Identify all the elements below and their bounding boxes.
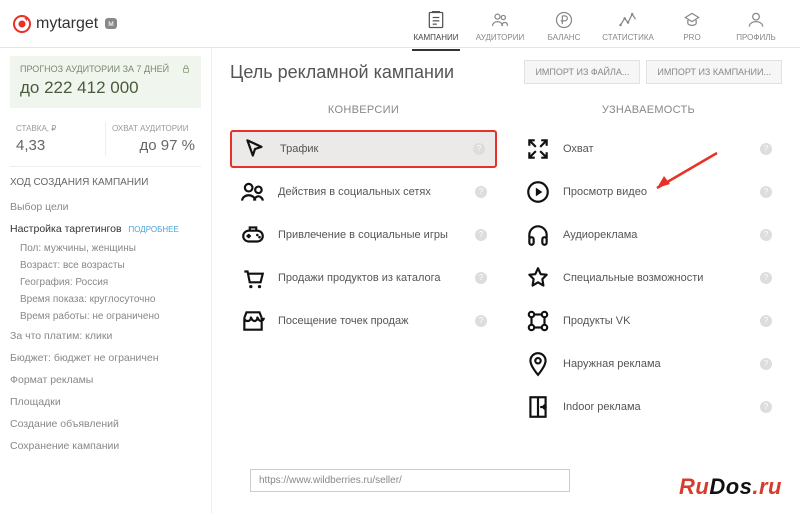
annotation-arrow <box>642 148 722 198</box>
door-icon <box>525 394 551 420</box>
reach-stat: ОХВАТ АУДИТОРИИ до 97 % <box>105 122 201 156</box>
step-targeting[interactable]: Настройка таргетингов ПОДРОБНЕЕ <box>10 218 201 240</box>
gamepad-icon <box>240 222 266 248</box>
nav-campaigns[interactable]: КАМПАНИИ <box>404 6 468 42</box>
goal-store-visits[interactable]: Посещение точек продаж ? <box>230 302 497 340</box>
awareness-heading: УЗНАВАЕМОСТЬ <box>515 94 782 130</box>
url-input[interactable] <box>250 469 570 492</box>
forecast-value: до 222 412 000 <box>20 78 191 98</box>
help-icon[interactable]: ? <box>760 186 772 198</box>
import-file-button[interactable]: ИМПОРТ ИЗ ФАЙЛА... <box>524 60 640 84</box>
brand-logo[interactable]: mytarget м <box>12 14 117 34</box>
target-icon <box>12 14 32 34</box>
nav-balance[interactable]: БАЛАНС <box>532 6 596 42</box>
grid-icon <box>525 308 551 334</box>
goal-social-games[interactable]: Привлечение в социальные игры ? <box>230 216 497 254</box>
top-header: mytarget м КАМПАНИИ АУДИТОРИИ БАЛАНС СТА… <box>0 0 800 48</box>
nav-pro[interactable]: PRO <box>660 6 724 42</box>
nav-profile[interactable]: ПРОФИЛЬ <box>724 6 788 42</box>
watermark: RuDos.ru <box>679 474 782 500</box>
play-circle-icon <box>525 179 551 205</box>
goal-catalog-sales[interactable]: Продажи продуктов из каталога ? <box>230 259 497 297</box>
star-icon <box>525 265 551 291</box>
stats-row: СТАВКА, ₽ 4,33 ОХВАТ АУДИТОРИИ до 97 % <box>10 116 201 167</box>
main-panel: Цель рекламной кампании ИМПОРТ ИЗ ФАЙЛА.… <box>212 48 800 514</box>
top-nav: КАМПАНИИ АУДИТОРИИ БАЛАНС СТАТИСТИКА PRO… <box>404 6 788 42</box>
help-icon[interactable]: ? <box>760 315 772 327</box>
help-icon[interactable]: ? <box>760 358 772 370</box>
sub-gender[interactable]: Пол: мужчины, женщины <box>20 240 201 257</box>
sidebar: ПРОГНОЗ АУДИТОРИИ ЗА 7 ДНЕЙ до 222 412 0… <box>0 48 212 514</box>
social-icon <box>240 179 266 205</box>
forecast-box: ПРОГНОЗ АУДИТОРИИ ЗА 7 ДНЕЙ до 222 412 0… <box>10 56 201 108</box>
sidebar-heading: ХОД СОЗДАНИЯ КАМПАНИИ <box>10 177 201 188</box>
help-icon[interactable]: ? <box>760 143 772 155</box>
goal-audio[interactable]: Аудиореклама ? <box>515 216 782 254</box>
help-icon[interactable]: ? <box>760 272 772 284</box>
campaigns-icon <box>425 10 447 30</box>
cursor-icon <box>242 136 268 162</box>
sub-geo[interactable]: География: Россия <box>20 274 201 291</box>
goal-traffic[interactable]: Трафик ? <box>230 130 497 168</box>
help-icon[interactable]: ? <box>475 272 487 284</box>
goal-indoor[interactable]: Indoor реклама ? <box>515 388 782 426</box>
help-icon[interactable]: ? <box>475 229 487 241</box>
pin-icon <box>525 351 551 377</box>
step-placements[interactable]: Площадки <box>10 391 201 413</box>
page-title: Цель рекламной кампании <box>230 62 518 83</box>
pro-icon <box>681 10 703 30</box>
sub-worktime[interactable]: Время работы: не ограничено <box>20 308 201 325</box>
cart-icon <box>240 265 266 291</box>
nav-audiences[interactable]: АУДИТОРИИ <box>468 6 532 42</box>
help-icon[interactable]: ? <box>473 143 485 155</box>
step-budget[interactable]: Бюджет: бюджет не ограничен <box>10 347 201 369</box>
conversions-column: КОНВЕРСИИ Трафик ? Действия в социальных… <box>230 94 497 431</box>
help-icon[interactable]: ? <box>760 229 772 241</box>
awareness-column: УЗНАВАЕМОСТЬ Охват ? Просмотр видео ? Ау… <box>515 94 782 431</box>
stats-icon <box>617 10 639 30</box>
step-format[interactable]: Формат рекламы <box>10 369 201 391</box>
goal-social-actions[interactable]: Действия в социальных сетях ? <box>230 173 497 211</box>
expand-icon <box>525 136 551 162</box>
balance-icon <box>553 10 575 30</box>
help-icon[interactable]: ? <box>475 186 487 198</box>
sub-time[interactable]: Время показа: круглосуточно <box>20 291 201 308</box>
nav-stats[interactable]: СТАТИСТИКА <box>596 6 660 42</box>
goal-special[interactable]: Специальные возможности ? <box>515 259 782 297</box>
forecast-label: ПРОГНОЗ АУДИТОРИИ ЗА 7 ДНЕЙ <box>20 64 191 74</box>
store-icon <box>240 308 266 334</box>
targeting-more-link[interactable]: ПОДРОБНЕЕ <box>128 225 178 234</box>
import-campaign-button[interactable]: ИМПОРТ ИЗ КАМПАНИИ... <box>646 60 782 84</box>
step-pay[interactable]: За что платим: клики <box>10 325 201 347</box>
profile-icon <box>745 10 767 30</box>
lock-icon <box>181 64 191 77</box>
help-icon[interactable]: ? <box>760 401 772 413</box>
conversions-heading: КОНВЕРСИИ <box>230 94 497 130</box>
brand-name: mytarget <box>36 15 98 33</box>
goal-outdoor[interactable]: Наружная реклама ? <box>515 345 782 383</box>
step-creatives[interactable]: Создание объявлений <box>10 413 201 435</box>
step-goal[interactable]: Выбор цели <box>10 196 201 218</box>
sub-age[interactable]: Возраст: все возрасты <box>20 257 201 274</box>
bid-stat: СТАВКА, ₽ 4,33 <box>10 122 105 156</box>
step-save[interactable]: Сохранение кампании <box>10 435 201 457</box>
goal-vk[interactable]: Продукты VK ? <box>515 302 782 340</box>
brand-badge: м <box>105 18 117 29</box>
audiences-icon <box>489 10 511 30</box>
headphones-icon <box>525 222 551 248</box>
help-icon[interactable]: ? <box>475 315 487 327</box>
